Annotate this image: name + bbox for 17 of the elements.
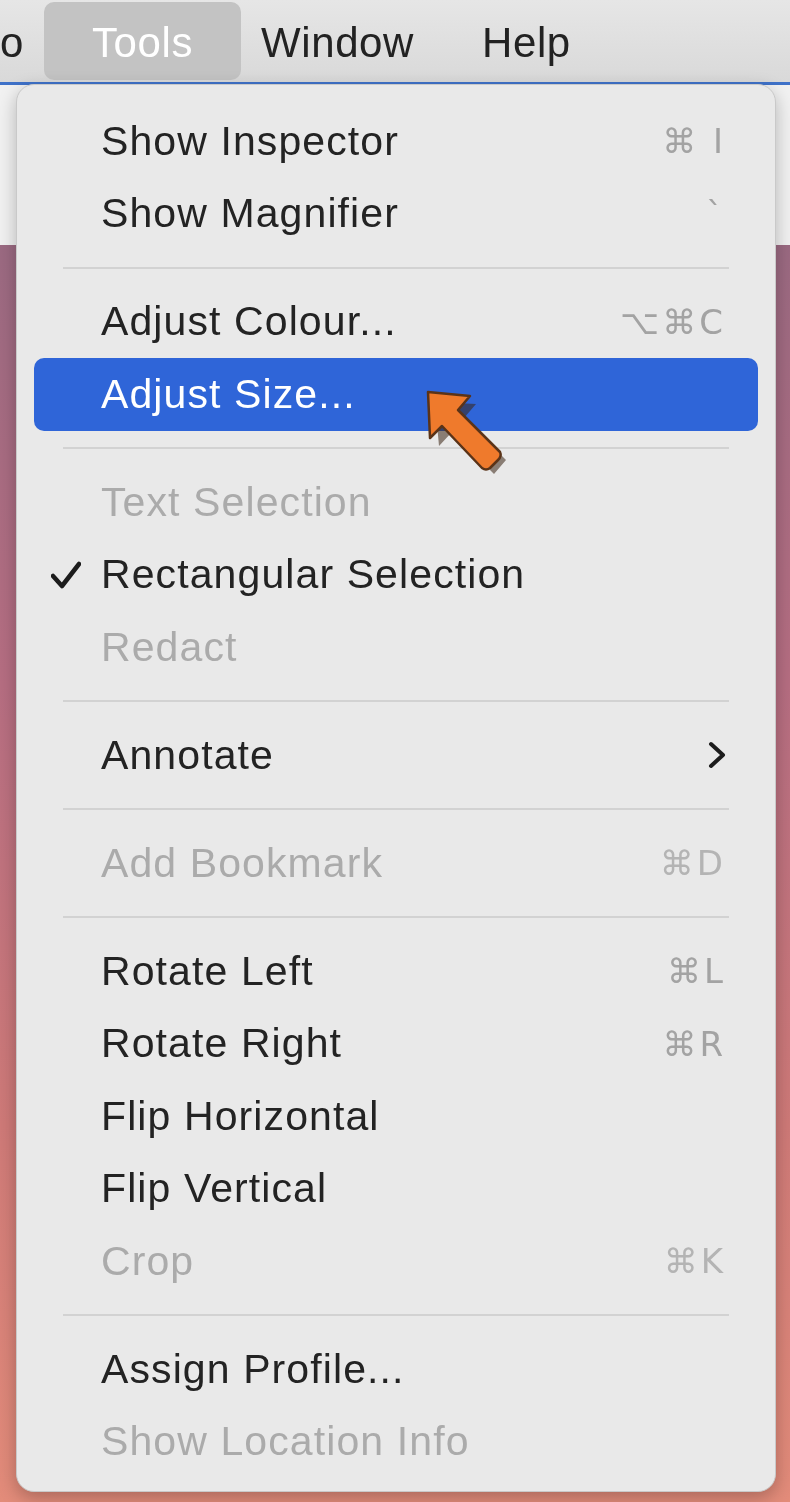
menu-item[interactable]: Show Magnifier ` [34, 177, 758, 250]
menu-item[interactable]: Rotate Right ⌘R [34, 1007, 758, 1080]
menu-item[interactable]: Rectangular Selection [34, 538, 758, 611]
menu-item[interactable]: Flip Vertical [34, 1152, 758, 1225]
menu-bar-item[interactable]: Help [448, 2, 605, 80]
keyboard-shortcut: ⌥⌘C [620, 301, 726, 342]
keyboard-shortcut: ⌘R [662, 1023, 726, 1064]
keyboard-shortcut: ⌘ I [662, 121, 726, 162]
keyboard-shortcut: ⌘L [667, 951, 726, 992]
keyboard-shortcut: ` [706, 193, 726, 234]
menu-item[interactable]: Adjust Colour... ⌥⌘C [34, 285, 758, 358]
menu-item[interactable]: Show Inspector ⌘ I [34, 105, 758, 178]
menu-item[interactable]: Annotate [34, 719, 758, 792]
menu-item[interactable]: Assign Profile... [34, 1333, 758, 1406]
menu-item[interactable]: Adjust Size... [34, 358, 758, 431]
menu-item[interactable]: Flip Horizontal [34, 1080, 758, 1153]
menu-item[interactable]: Rotate Left ⌘L [34, 935, 758, 1008]
